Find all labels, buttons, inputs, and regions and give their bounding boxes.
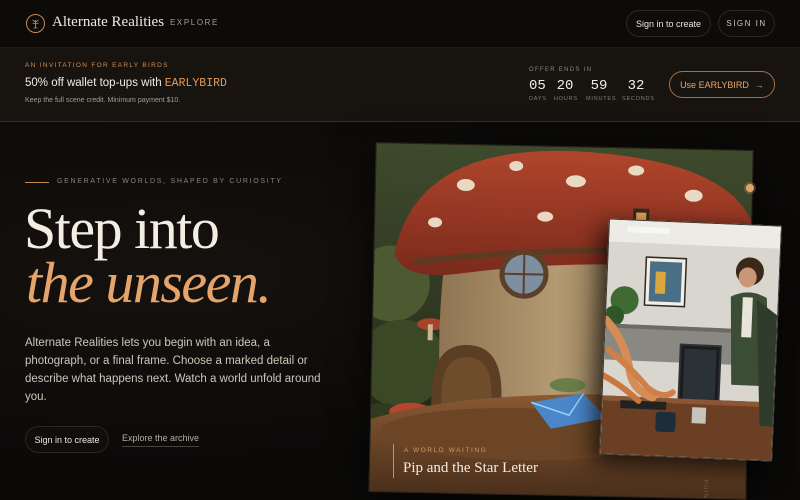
arrow-right-icon: →	[754, 79, 764, 90]
countdown-minutes-label: MINUTES	[586, 96, 617, 102]
hero-sign-in-button[interactable]: Sign in to create	[25, 426, 109, 453]
promo-banner: AN INVITATION FOR EARLY BIRDS 50% off wa…	[0, 48, 800, 122]
logo-icon[interactable]	[26, 14, 45, 33]
side-vertical-label: POIN	[702, 480, 708, 500]
promo-eyebrow: AN INVITATION FOR EARLY BIRDS	[25, 62, 169, 69]
countdown-seconds-value: 32	[627, 78, 645, 94]
use-earlybird-button[interactable]: Use EARLYBIRD →	[669, 71, 775, 98]
countdown-hours-label: HOURS	[554, 96, 578, 102]
countdown-days-value: 05	[529, 78, 546, 94]
caption-title: Pip and the Star Letter	[403, 460, 538, 476]
countdown-seconds-label: SECONDS	[622, 96, 655, 102]
image-indicator-dot[interactable]	[746, 184, 754, 192]
hero-eyebrow: GENERATIVE WORLDS, SHAPED BY CURIOSITY	[57, 178, 283, 185]
promo-subtext: Keep the full scene credit. Minimum paym…	[25, 97, 181, 104]
promo-headline-text: 50% off wallet top-ups with	[25, 77, 165, 89]
nav-explore-link[interactable]: EXPLORE	[170, 18, 219, 27]
countdown-days: 05 DAYS	[529, 78, 547, 102]
eyebrow-divider	[25, 182, 49, 183]
countdown-hours: 20 HOURS	[554, 78, 578, 102]
nav-sign-in-button[interactable]: SIGN IN	[718, 10, 775, 37]
hero-description: Alternate Realities lets you begin with …	[25, 337, 321, 403]
hero-title-line2: the unseen.	[26, 250, 272, 315]
promo-code: EARLYBIRD	[164, 77, 227, 90]
explore-archive-link[interactable]: Explore the archive	[122, 433, 200, 447]
brand-name[interactable]: Alternate Realities	[52, 14, 164, 31]
caption-divider	[393, 444, 394, 478]
use-earlybird-label: Use EARLYBIRD	[680, 79, 749, 90]
promo-headline: 50% off wallet top-ups with EARLYBIRD	[25, 77, 227, 90]
offer-ends-label: OFFER ENDS IN	[529, 67, 593, 73]
countdown-minutes: 59 MINUTES	[586, 78, 617, 102]
countdown-seconds: 32 SECONDS	[622, 78, 655, 102]
countdown-days-label: DAYS	[529, 96, 547, 102]
top-nav: Alternate Realities EXPLORE Sign in to c…	[0, 0, 800, 48]
countdown-minutes-value: 59	[590, 78, 608, 94]
caption-eyebrow: A WORLD WAITING	[404, 447, 488, 454]
nav-sign-in-to-create-button[interactable]: Sign in to create	[626, 10, 711, 37]
countdown-hours-value: 20	[556, 78, 574, 94]
office-photo[interactable]	[599, 218, 782, 462]
